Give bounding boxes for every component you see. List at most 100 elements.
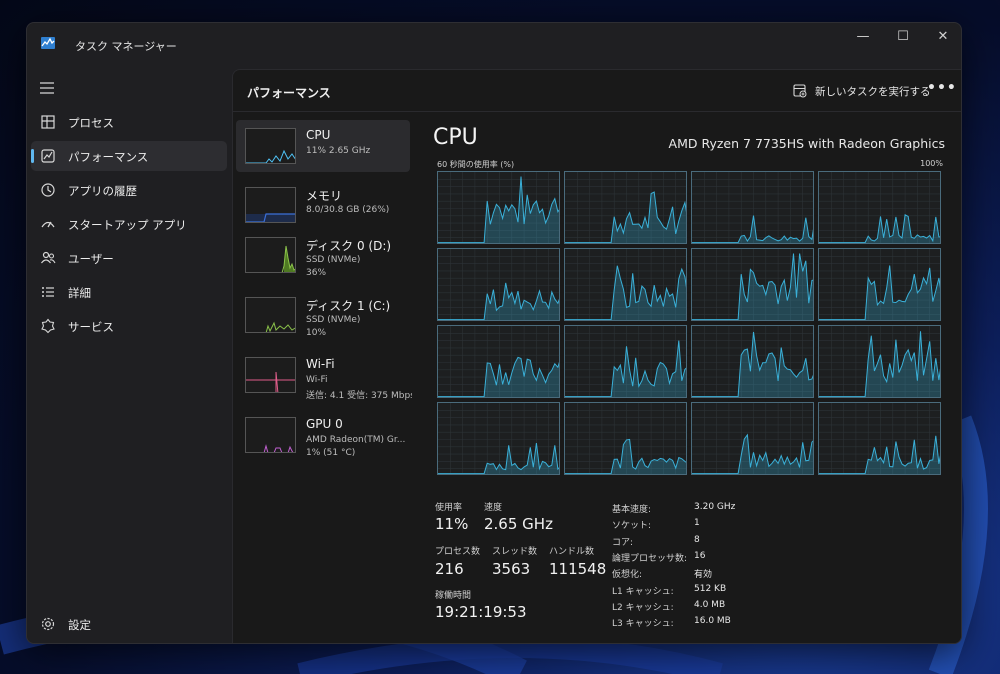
uptime-label: 稼働時間 [435, 591, 472, 601]
performance-page: パフォーマンス 新しいタスクを実行する ••• CPU 11% 2.65 GHz… [232, 69, 961, 643]
run-task-icon [793, 84, 807, 98]
device-detail: SSD (NVMe) [306, 255, 361, 265]
close-button[interactable]: ✕ [923, 23, 961, 49]
handles-value: 111548 [549, 560, 607, 578]
history-icon [41, 183, 55, 197]
processes-icon [41, 115, 55, 129]
device-name: GPU 0 [306, 417, 343, 431]
usage-label: 使用率 [435, 503, 463, 513]
page-header: パフォーマンス 新しいタスクを実行する ••• [233, 70, 961, 112]
logical-processor-graph [818, 171, 941, 244]
sidebar-item-label: プロセス [68, 116, 114, 130]
device-item-cpu[interactable]: CPU 11% 2.65 GHz [236, 120, 410, 172]
device-detail: SSD (NVMe) [306, 315, 361, 325]
sidebar-item-label: アプリの履歴 [68, 184, 137, 198]
device-name: ディスク 0 (D:) [306, 239, 392, 253]
spec-value: 1 [694, 518, 700, 529]
device-name: ディスク 1 (C:) [306, 299, 391, 313]
sidebar-item-performance[interactable]: パフォーマンス [31, 141, 227, 171]
sidebar-item-label: パフォーマンス [68, 150, 149, 164]
sidebar-item-users[interactable]: ユーザー [31, 243, 227, 273]
sidebar-item-startup-apps[interactable]: スタートアップ アプリ [31, 209, 227, 239]
sidebar-item-settings[interactable]: 設定 [31, 609, 227, 639]
logical-processor-graph [437, 248, 560, 321]
threads-label: スレッド数 [492, 547, 538, 557]
logical-processor-graph [691, 402, 814, 475]
logical-processor-graph [564, 248, 687, 321]
sidebar-item-label: スタートアップ アプリ [68, 218, 187, 232]
device-detail: 8.0/30.8 GB (26%) [306, 205, 390, 215]
usage-value: 11% [435, 515, 469, 533]
window-title: タスク マネージャー [75, 40, 177, 53]
services-icon [41, 318, 55, 334]
spec-key: コア: [612, 537, 634, 548]
startup-icon [41, 221, 55, 228]
device-throughput: 送信: 4.1 受信: 375 Mbps [306, 391, 412, 401]
memory-mini-graph [245, 187, 296, 223]
device-usage: 36% [306, 268, 327, 278]
title-bar[interactable]: タスク マネージャー — ☐ ✕ [27, 23, 961, 65]
task-manager-window: タスク マネージャー — ☐ ✕ プロセス パフォーマンス アプリの履歴 スター… [26, 22, 962, 644]
spec-value: 4.0 MB [694, 599, 726, 610]
logical-processor-graph [691, 325, 814, 398]
logical-processor-graph [564, 402, 687, 475]
speed-value: 2.65 GHz [484, 515, 553, 533]
spec-value: 3.20 GHz [694, 502, 736, 512]
speed-label: 速度 [484, 503, 503, 513]
logical-processor-graph [564, 171, 687, 244]
device-item-gpu-0[interactable]: GPU 0 AMD Radeon(TM) Gr... 1% (51 °C) [236, 409, 410, 461]
minimize-button[interactable]: — [843, 23, 883, 49]
cpu-model-name: AMD Ryzen 7 7735HS with Radeon Graphics [668, 136, 945, 151]
maximize-button[interactable]: ☐ [883, 23, 923, 49]
logical-processor-graph [437, 402, 560, 475]
sidebar-item-label: 詳細 [68, 286, 91, 300]
device-detail: 11% 2.65 GHz [306, 146, 371, 156]
sidebar-item-services[interactable]: サービス [31, 311, 227, 341]
spec-value: 有効 [694, 570, 713, 581]
spec-value: 8 [694, 534, 700, 545]
run-new-task-button[interactable]: 新しいタスクを実行する [793, 82, 931, 100]
spec-value: 512 KB [694, 583, 727, 594]
cpu-mini-graph [245, 128, 296, 164]
logical-processor-graph [818, 248, 941, 321]
page-title: パフォーマンス [247, 86, 331, 100]
device-detail: Wi-Fi [306, 375, 328, 385]
spec-key: 論理プロセッサ数: [612, 553, 688, 564]
spec-key: 仮想化: [612, 570, 643, 581]
hamburger-menu-icon[interactable] [39, 81, 55, 95]
more-options-button[interactable]: ••• [927, 80, 956, 102]
disk-0-mini-graph [245, 237, 296, 273]
sidebar-item-processes[interactable]: プロセス [31, 107, 227, 137]
task-manager-app-icon [41, 37, 55, 49]
device-item-memory[interactable]: メモリ 8.0/30.8 GB (26%) [236, 179, 410, 231]
minimize-icon: — [856, 28, 870, 44]
cpu-heading: CPU [433, 125, 478, 150]
sidebar-item-details[interactable]: 詳細 [31, 277, 227, 307]
device-item-wifi[interactable]: Wi-Fi Wi-Fi 送信: 4.1 受信: 375 Mbps [236, 349, 412, 401]
logical-processor-graphs [437, 171, 943, 476]
settings-label: 設定 [68, 618, 91, 632]
wifi-mini-graph [245, 357, 296, 393]
device-name: メモリ [306, 189, 343, 203]
run-task-label: 新しいタスクを実行する [815, 85, 931, 98]
spec-key: 基本速度: [612, 505, 652, 515]
logical-processor-graph [691, 171, 814, 244]
spec-key: L1 キャッシュ: [612, 586, 674, 597]
device-list: CPU 11% 2.65 GHz メモリ 8.0/30.8 GB (26%) デ… [236, 117, 414, 643]
logical-processor-graph [818, 325, 941, 398]
logical-processor-graph [691, 248, 814, 321]
active-indicator [31, 149, 34, 163]
logical-processor-graph [564, 325, 687, 398]
performance-icon [41, 149, 55, 163]
logical-processor-graph [437, 325, 560, 398]
threads-value: 3563 [492, 560, 531, 578]
device-item-disk-1[interactable]: ディスク 1 (C:) SSD (NVMe) 10% [236, 289, 410, 341]
device-detail: AMD Radeon(TM) Gr... [306, 435, 406, 445]
handles-label: ハンドル数 [549, 547, 595, 557]
device-name: Wi-Fi [306, 357, 335, 371]
maximize-icon: ☐ [897, 28, 909, 44]
sidebar-item-app-history[interactable]: アプリの履歴 [31, 175, 227, 205]
logical-processor-graph [437, 171, 560, 244]
device-item-disk-0[interactable]: ディスク 0 (D:) SSD (NVMe) 36% [236, 229, 410, 281]
close-icon: ✕ [937, 28, 949, 44]
